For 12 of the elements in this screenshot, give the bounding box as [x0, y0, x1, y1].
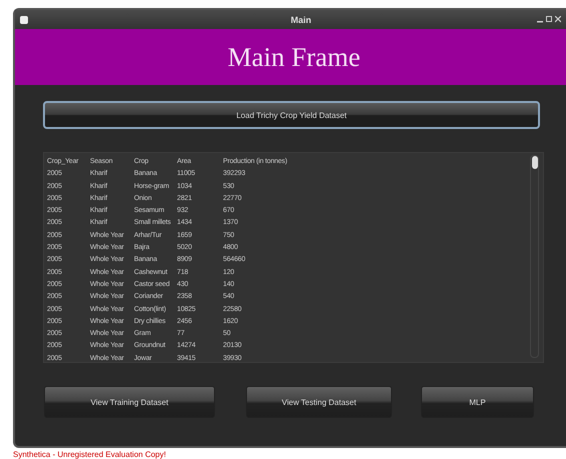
scrollbar-thumb[interactable] [532, 156, 538, 169]
app-menu-icon[interactable] [19, 14, 29, 24]
action-button[interactable]: View Testing Dataset [246, 386, 392, 418]
window-title: Main [290, 14, 312, 24]
close-icon[interactable] [555, 16, 561, 23]
load-dataset-button[interactable]: Load Trichy Crop Yield Dataset [43, 101, 540, 129]
action-button[interactable]: View Training Dataset [44, 386, 215, 418]
header-title: Main Frame [228, 42, 360, 72]
status-text: Synthetica - Unregistered Evaluation Copy! [13, 450, 167, 459]
scrollbar-track[interactable] [530, 155, 539, 358]
maximize-icon[interactable] [546, 16, 552, 23]
action-button[interactable]: MLP [421, 386, 534, 418]
